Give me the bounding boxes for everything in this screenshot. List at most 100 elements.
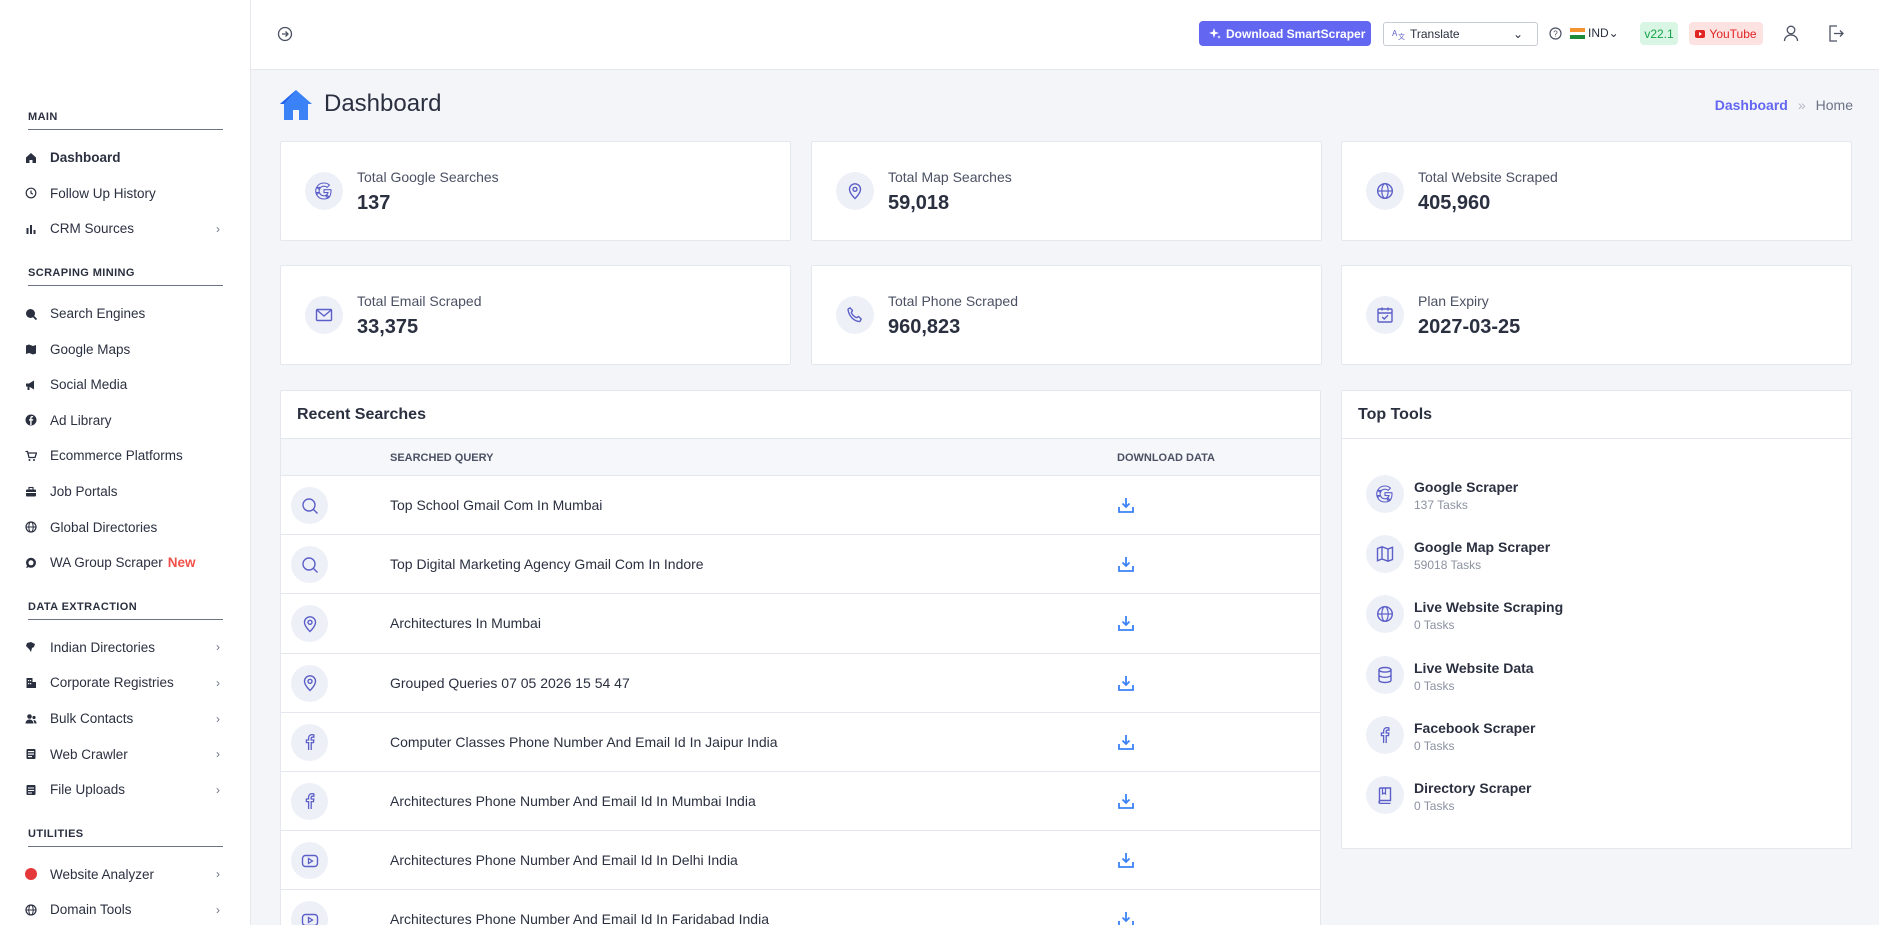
sidebar-item-website-analyzer[interactable]: Website Analyzer › (0, 857, 250, 893)
download-icon[interactable] (1117, 614, 1135, 632)
stat-value: 2027-03-25 (1418, 316, 1521, 338)
sidebar-item-job-portals[interactable]: Job Portals (0, 474, 250, 510)
sidebar-item-global-directories[interactable]: Global Directories (0, 509, 250, 545)
sidebar-section-list: Dashboard Follow Up History CRM Sources › (0, 140, 250, 247)
search-icon (291, 546, 328, 584)
stat-label: Total Email Scraped (357, 293, 482, 309)
home-icon (25, 152, 37, 164)
translate-icon: A文 (1392, 29, 1405, 40)
india-map-icon (25, 641, 37, 653)
top-tools-card: Top Tools Google Scraper 137 Tasks Googl… (1341, 390, 1852, 849)
download-icon[interactable] (1117, 910, 1135, 925)
tool-name: Directory Scraper (1414, 780, 1532, 796)
help-icon[interactable]: ? (1549, 27, 1562, 40)
user-icon[interactable] (1783, 25, 1799, 42)
sidebar-section-title: MAIN (28, 111, 223, 130)
chevron-right-icon: › (216, 902, 220, 917)
file-icon (25, 784, 37, 796)
svg-text:文: 文 (1398, 32, 1405, 40)
translate-label: Translate (1410, 27, 1460, 41)
sidebar-item-label: Ad Library (50, 412, 112, 428)
tool-item[interactable]: Live Website Data 0 Tasks (1366, 655, 1826, 698)
searched-query: Top School Gmail Com In Mumbai (390, 497, 603, 513)
sidebar-item-crm-sources[interactable]: CRM Sources › (0, 211, 250, 247)
table-row: Architectures In Mumbai (281, 594, 1320, 654)
tool-item[interactable]: Google Scraper 137 Tasks (1366, 475, 1826, 517)
download-icon[interactable] (1117, 555, 1135, 573)
stat-label: Total Website Scraped (1418, 169, 1558, 185)
stat-value: 59,018 (888, 192, 950, 214)
tool-task-count: 0 Tasks (1414, 678, 1455, 693)
sidebar-item-corporate-registries[interactable]: Corporate Registries › (0, 665, 250, 701)
youtube-icon (291, 842, 328, 880)
stat-card: Total Website Scraped 405,960 (1341, 141, 1852, 241)
stat-label: Plan Expiry (1418, 293, 1489, 309)
sidebar-item-indian-directories[interactable]: Indian Directories › (0, 630, 250, 666)
download-smartscraper-button[interactable]: Download SmartScraper (1199, 21, 1371, 46)
download-icon[interactable] (1117, 496, 1135, 514)
download-icon[interactable] (1117, 792, 1135, 810)
table-body: Top School Gmail Com In Mumbai Top Digit… (281, 476, 1320, 925)
sidebar-item-label: Ecommerce Platforms (50, 448, 183, 464)
stat-card: Total Google Searches 137 (280, 141, 791, 241)
tool-item[interactable]: Directory Scraper 0 Tasks (1366, 776, 1826, 818)
stat-label: Total Google Searches (357, 169, 499, 185)
download-icon[interactable] (1117, 733, 1135, 751)
top-tools-title: Top Tools (1342, 391, 1851, 439)
sidebar-item-web-crawler[interactable]: Web Crawler › (0, 736, 250, 772)
sidebar-item-bulk-contacts[interactable]: Bulk Contacts › (0, 701, 250, 737)
sidebar-item-ecommerce-platforms[interactable]: Ecommerce Platforms (0, 438, 250, 474)
logout-icon[interactable] (1828, 25, 1844, 42)
sidebar-item-file-uploads[interactable]: File Uploads › (0, 772, 250, 808)
facebook-icon (291, 782, 328, 820)
sidebar-item-label: Web Crawler (50, 746, 128, 762)
sidebar-item-label: Corporate Registries (50, 675, 174, 691)
home-icon (280, 90, 312, 120)
sidebar-item-domain-tools[interactable]: Domain Tools › (0, 892, 250, 925)
sidebar-item-follow-up-history[interactable]: Follow Up History (0, 176, 250, 212)
sidebar-item-label: CRM Sources (50, 221, 135, 237)
map-pin-icon (836, 172, 874, 210)
searched-query: Architectures Phone Number And Email Id … (390, 852, 738, 869)
page-title: Dashboard (324, 90, 442, 117)
tool-task-count: 0 Tasks (1414, 799, 1455, 813)
sidebar-toggle-icon[interactable] (277, 26, 293, 42)
sidebar-item-wa-group-scraper[interactable]: WA Group Scraper New (0, 545, 250, 581)
tool-item[interactable]: Live Website Scraping 0 Tasks (1366, 595, 1826, 637)
sidebar-item-label: File Uploads (50, 782, 126, 798)
translate-select[interactable]: A文 Translate ⌄ (1383, 22, 1538, 46)
download-smartscraper-label: Download SmartScraper (1226, 26, 1366, 41)
stat-card: Plan Expiry 2027-03-25 (1341, 265, 1852, 365)
sidebar-item-label: Indian Directories (50, 639, 156, 655)
india-flag-icon[interactable] (1570, 28, 1585, 39)
sidebar-item-search-engines[interactable]: Search Engines (0, 296, 250, 332)
tool-name: Google Map Scraper (1414, 539, 1551, 556)
chevron-right-icon: › (216, 675, 220, 690)
searched-query: Architectures Phone Number And Email Id … (390, 911, 769, 925)
tool-item[interactable]: Google Map Scraper 59018 Tasks (1366, 535, 1826, 577)
sidebar-item-ad-library[interactable]: Ad Library (0, 403, 250, 439)
download-icon[interactable] (1117, 674, 1135, 692)
tool-task-count: 59018 Tasks (1414, 558, 1482, 573)
tool-name: Google Scraper (1414, 479, 1519, 495)
sidebar-item-google-maps[interactable]: Google Maps (0, 331, 250, 367)
sidebar-item-label: Domain Tools (50, 902, 132, 918)
searched-query: Computer Classes Phone Number And Email … (390, 733, 778, 750)
chevron-right-icon: › (216, 221, 220, 236)
sidebar-item-dashboard[interactable]: Dashboard (0, 140, 250, 176)
sidebar-item-social-media[interactable]: Social Media (0, 367, 250, 403)
breadcrumb-home: Home (1815, 97, 1853, 113)
breadcrumb-dashboard[interactable]: Dashboard (1715, 97, 1788, 113)
country-selector[interactable]: IND⌄ (1588, 26, 1619, 40)
sidebar: MAIN Dashboard Follow Up History CRM Source… (0, 0, 251, 925)
sidebar-section-title: SCRAPING MINING (28, 267, 223, 286)
map-icon (25, 343, 37, 355)
tool-item[interactable]: Facebook Scraper 0 Tasks (1366, 715, 1826, 758)
download-icon[interactable] (1117, 851, 1135, 869)
sidebar-item-label: Bulk Contacts (50, 711, 134, 727)
cart-icon (25, 450, 37, 462)
tool-task-count: 137 Tasks (1414, 498, 1468, 512)
youtube-button[interactable]: YouTube (1689, 22, 1763, 45)
stat-card: Total Map Searches 59,018 (811, 141, 1322, 241)
table-row: Computer Classes Phone Number And Email … (281, 713, 1320, 772)
